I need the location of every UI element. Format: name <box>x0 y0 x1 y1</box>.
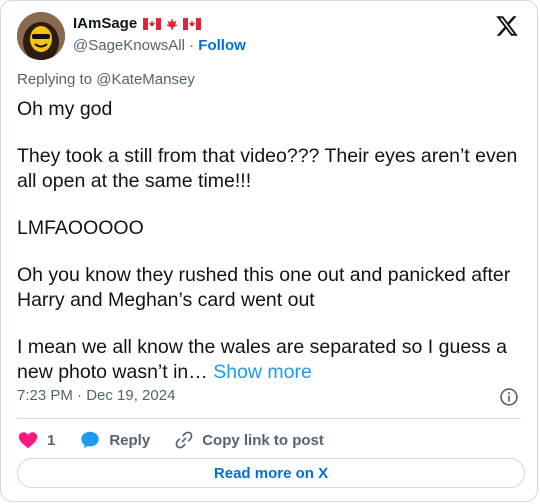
flag-emojis <box>143 17 202 30</box>
handle[interactable]: @SageKnowsAll <box>73 37 185 54</box>
heart-icon <box>18 432 38 449</box>
divider <box>17 418 521 419</box>
canada-flag-icon <box>143 17 162 30</box>
reply-button[interactable]: Reply <box>79 429 150 451</box>
maple-leaf-icon <box>166 18 179 30</box>
timestamp[interactable]: 7:23 PM · Dec 19, 2024 <box>17 387 175 404</box>
replying-to[interactable]: Replying to @KateMansey <box>17 71 195 88</box>
embedded-post-card: IAmSage @SageKnowsAll · Follow Replying … <box>0 0 538 502</box>
copy-link-label: Copy link to post <box>202 431 324 449</box>
separator: · <box>184 37 199 54</box>
canada-flag-icon <box>183 17 202 30</box>
tweet-paragraph-last: I mean we all know the wales are separat… <box>17 335 527 385</box>
tweet-paragraph: Oh my god <box>17 98 113 120</box>
like-count: 1 <box>47 431 56 449</box>
like-button[interactable]: 1 <box>17 429 55 451</box>
link-icon <box>175 431 193 449</box>
x-logo-icon[interactable] <box>495 14 519 38</box>
info-icon[interactable] <box>499 387 519 407</box>
follow-button[interactable]: Follow <box>198 37 246 54</box>
read-more-button[interactable]: Read more on X <box>17 458 525 488</box>
tweet-paragraph: Oh you know they rushed this one out and… <box>17 264 516 311</box>
reply-label: Reply <box>109 431 151 449</box>
display-name[interactable]: IAmSage <box>73 15 137 32</box>
copy-link-button[interactable]: Copy link to post <box>174 430 324 450</box>
show-more-link[interactable]: Show more <box>213 361 312 383</box>
tweet-text: Oh my god They took a still from that vi… <box>17 97 527 385</box>
avatar[interactable] <box>17 12 65 60</box>
action-bar: 1 Reply Copy link to post <box>17 429 348 451</box>
tweet-paragraph: LMFAOOOOO <box>17 217 144 239</box>
tweet-paragraph: They took a still from that video??? The… <box>17 145 523 192</box>
reply-bubble-icon <box>81 431 100 449</box>
handle-row: @SageKnowsAll · Follow <box>73 37 246 54</box>
